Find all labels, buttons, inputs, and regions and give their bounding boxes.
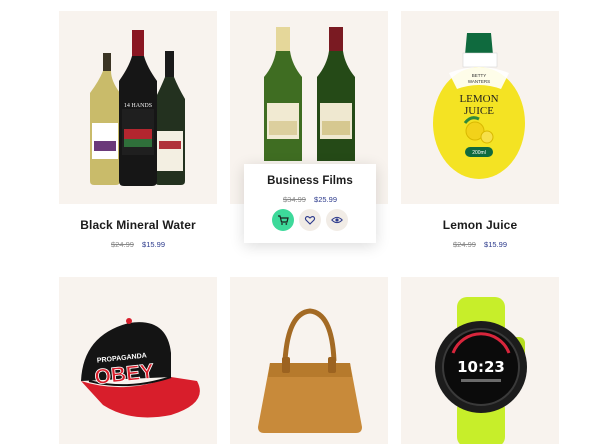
- svg-text:BETTY: BETTY: [472, 73, 487, 78]
- product-actions: [272, 209, 348, 231]
- product-image[interactable]: PROPAGANDA OBEY: [59, 277, 217, 444]
- add-to-cart-button[interactable]: [272, 209, 294, 231]
- product-hover-panel[interactable]: Business Films $34.99 $25.99: [244, 164, 376, 243]
- wishlist-button[interactable]: [299, 209, 321, 231]
- wine-bottles-image: 14 HANDS: [90, 30, 185, 186]
- svg-text:200ml: 200ml: [472, 150, 486, 156]
- svg-text:LEMON: LEMON: [459, 93, 498, 105]
- product-title[interactable]: Business Films: [244, 175, 376, 187]
- product-image[interactable]: BETTY WANTERS LEMON JUICE 200ml: [401, 11, 559, 204]
- old-price: $24.99: [111, 240, 134, 249]
- quick-view-button[interactable]: [326, 209, 348, 231]
- product-image[interactable]: 14 HANDS: [59, 11, 217, 204]
- product-price: $24.99 $15.99: [59, 240, 217, 249]
- sale-price: $25.99: [314, 195, 337, 204]
- eye-icon: [331, 216, 343, 224]
- svg-text:JUICE: JUICE: [464, 105, 494, 117]
- product-image[interactable]: [230, 277, 388, 444]
- sports-watch-image: 10:23: [435, 297, 527, 444]
- sale-price: $15.99: [484, 240, 507, 249]
- heart-icon: [304, 216, 316, 225]
- svg-text:10:23: 10:23: [457, 358, 505, 376]
- baseball-cap-image: PROPAGANDA OBEY: [81, 318, 200, 418]
- product-price: $24.99 $15.99: [401, 240, 559, 249]
- lemon-juice-image: BETTY WANTERS LEMON JUICE 200ml: [433, 33, 525, 179]
- product-title[interactable]: Lemon Juice: [401, 218, 559, 232]
- product-title[interactable]: Black Mineral Water: [59, 218, 217, 232]
- cart-icon: [278, 215, 289, 225]
- svg-text:WANTERS: WANTERS: [468, 79, 490, 84]
- old-price: $34.99: [283, 195, 306, 204]
- product-image[interactable]: 10:23: [401, 277, 559, 444]
- sale-price: $15.99: [142, 240, 165, 249]
- svg-text:14 HANDS: 14 HANDS: [124, 103, 152, 109]
- product-price: $34.99 $25.99: [244, 195, 376, 204]
- old-price: $24.99: [453, 240, 476, 249]
- leather-handbag-image: [258, 308, 362, 433]
